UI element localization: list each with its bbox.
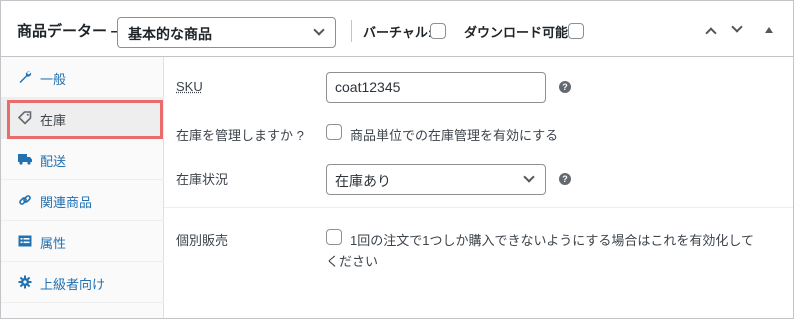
stock-status-value: 在庫あり [335, 173, 391, 189]
tab-general[interactable]: 一般 [1, 57, 164, 98]
tag-icon [18, 111, 32, 125]
manage-stock-checkbox[interactable] [326, 124, 342, 140]
product-data-panel: 商品データー — 基本的な商品 バーチャル: ダウンロード可能: 一般 在庫 配… [0, 0, 794, 319]
tab-shipping[interactable]: 配送 [1, 139, 164, 180]
sold-individually-label: 個別販売 [176, 233, 229, 248]
sku-value: coat12345 [335, 79, 401, 95]
move-down-button[interactable] [728, 19, 748, 39]
tab-attributes[interactable]: 属性 [1, 221, 164, 262]
header-divider [351, 20, 352, 42]
chevron-down-icon [731, 21, 743, 33]
sold-individually-text: 1回の注文で1つしか購入できないようにする場合はこれを有効化してください [326, 233, 754, 269]
tab-label: 属性 [40, 236, 67, 251]
manage-stock-label: 在庫を管理しますか ? [176, 128, 304, 143]
chevron-up-icon [705, 27, 717, 39]
chevron-down-icon [313, 24, 325, 36]
product-type-value: 基本的な商品 [128, 26, 212, 42]
tab-label: 配送 [40, 154, 67, 169]
help-icon[interactable]: ? [559, 81, 571, 93]
chevron-down-icon [523, 171, 535, 183]
tab-label: 一般 [40, 72, 67, 87]
panel-title: 商品データー — [17, 23, 127, 40]
inventory-panel: SKU coat12345 ? 在庫を管理しますか ? 商品単位での在庫管理を有… [164, 57, 793, 318]
stock-status-select[interactable]: 在庫あり [326, 164, 546, 195]
virtual-label: バーチャル: [363, 25, 433, 40]
tab-advanced[interactable]: 上級者向け [1, 262, 164, 303]
section-divider [164, 207, 793, 208]
downloadable-label: ダウンロード可能: [464, 25, 573, 40]
tab-label: 関連商品 [40, 195, 93, 210]
sku-input[interactable]: coat12345 [326, 72, 546, 103]
product-data-tabs: 一般 在庫 配送 関連商品 属性 上級者向け [1, 57, 164, 318]
toggle-panel-icon[interactable] [765, 27, 773, 33]
truck-icon [18, 154, 32, 165]
tab-linked-products[interactable]: 関連商品 [1, 180, 164, 221]
manage-stock-text: 商品単位での在庫管理を有効にする [350, 128, 559, 143]
wrench-icon [19, 71, 32, 83]
tab-label: 在庫 [40, 113, 67, 128]
gear-icon [18, 275, 32, 289]
tab-label: 上級者向け [40, 277, 106, 292]
stock-status-label: 在庫状況 [176, 172, 229, 187]
list-icon [18, 235, 32, 247]
product-type-select[interactable]: 基本的な商品 [117, 17, 336, 48]
panel-header: 商品データー — 基本的な商品 バーチャル: ダウンロード可能: [1, 1, 793, 57]
sku-label: SKU [176, 79, 203, 94]
tab-inventory[interactable]: 在庫 [1, 98, 164, 139]
move-up-button[interactable] [702, 21, 722, 41]
link-icon [19, 195, 31, 205]
downloadable-checkbox[interactable] [568, 23, 584, 39]
help-icon[interactable]: ? [559, 173, 571, 185]
virtual-checkbox[interactable] [430, 23, 446, 39]
